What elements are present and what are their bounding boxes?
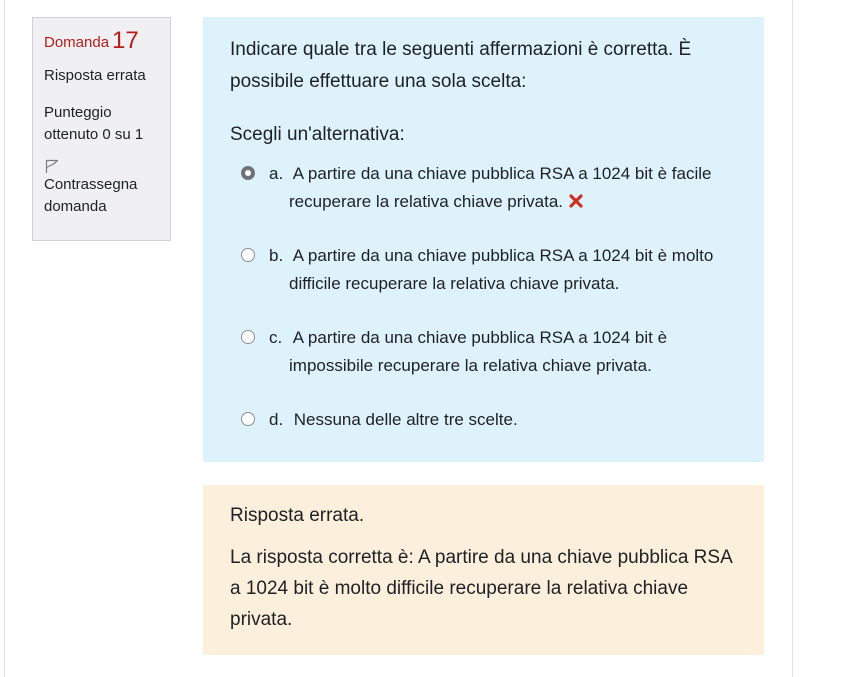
question-state: Risposta errata [44, 67, 146, 84]
radio-button-a[interactable] [241, 166, 255, 180]
question-formulation: Indicare quale tra le seguenti affermazi… [203, 17, 764, 462]
answer-option-a[interactable]: a. A partire da una chiave pubblica RSA … [230, 160, 738, 216]
answer-option-b[interactable]: b. A partire da una chiave pubblica RSA … [230, 242, 738, 298]
radio-button-b[interactable] [241, 248, 255, 262]
flag-question-toggle[interactable]: Contrassegna domanda [44, 158, 160, 218]
feedback-panel: Risposta errata. La risposta corretta è:… [203, 485, 764, 655]
answer-text: A partire da una chiave pubblica RSA a 1… [289, 246, 714, 293]
question-number: 17 [112, 27, 139, 54]
page-border-left [4, 0, 5, 677]
question-number-heading: Domanda 17 [44, 27, 160, 54]
answer-list: a. A partire da una chiave pubblica RSA … [230, 160, 738, 434]
feedback-result: Risposta errata. [230, 505, 365, 526]
radio-button-c[interactable] [241, 330, 255, 344]
answer-prompt: Scegli un'alternativa: [230, 124, 405, 145]
question-grade: Punteggio ottenuto 0 su 1 [44, 104, 144, 143]
answer-option-d[interactable]: d. Nessuna delle altre tre scelte. [230, 406, 738, 434]
question-text: Indicare quale tra le seguenti affermazi… [230, 39, 692, 92]
red-cross-icon [569, 194, 583, 208]
answer-letter: c. [269, 328, 283, 347]
answer-letter: a. [269, 164, 284, 183]
answer-text: A partire da una chiave pubblica RSA a 1… [289, 328, 668, 375]
answer-letter: b. [269, 246, 284, 265]
answer-option-c[interactable]: c. A partire da una chiave pubblica RSA … [230, 324, 738, 380]
answer-text: A partire da una chiave pubblica RSA a 1… [289, 164, 712, 211]
flag-question-label: Contrassegna domanda [44, 176, 138, 215]
correct-answer-text: La risposta corretta è: A partire da una… [230, 547, 732, 630]
answer-text: Nessuna delle altre tre scelte. [293, 410, 518, 429]
page-border-right [792, 0, 793, 677]
question-label: Domanda [44, 34, 110, 51]
question-info-panel: Domanda 17 Risposta errata Punteggio otte… [32, 17, 171, 241]
flag-outline-icon [45, 159, 59, 173]
radio-button-d[interactable] [241, 412, 255, 426]
answer-letter: d. [269, 410, 284, 429]
